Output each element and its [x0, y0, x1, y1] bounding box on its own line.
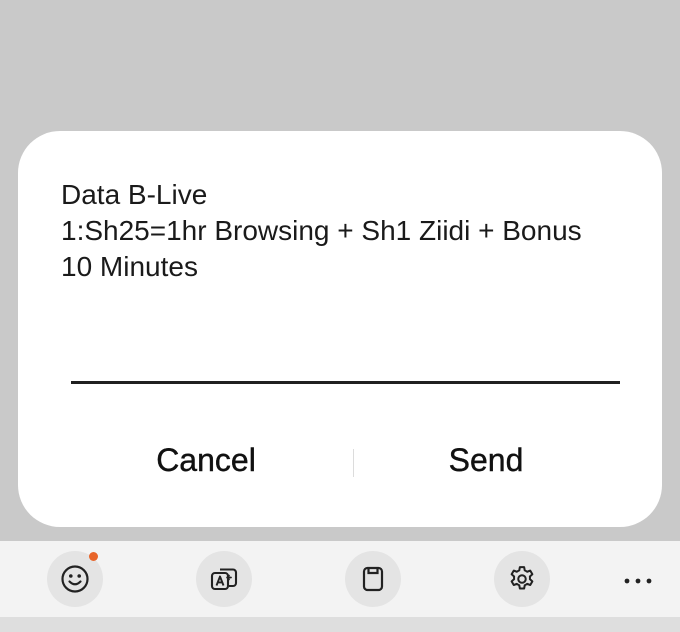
message-line: 1:Sh25=1hr Browsing + Sh1 Ziidi + Bonus [61, 215, 582, 246]
more-options-button[interactable] [610, 551, 666, 607]
button-divider [353, 449, 354, 477]
notification-dot [89, 552, 98, 561]
send-button[interactable]: Send [436, 435, 536, 485]
settings-gear-icon [507, 564, 537, 594]
message-line: 10 Minutes [61, 251, 198, 282]
reply-input-field[interactable] [71, 381, 620, 384]
keyboard-toolbar [0, 541, 680, 617]
cancel-button[interactable]: Cancel [132, 435, 280, 485]
emoji-button[interactable] [47, 551, 103, 607]
more-options-icon [623, 570, 653, 589]
dialog-message: Data B-Live 1:Sh25=1hr Browsing + Sh1 Zi… [61, 177, 631, 285]
clipboard-button[interactable] [345, 551, 401, 607]
settings-button[interactable] [494, 551, 550, 607]
emoji-icon [60, 564, 90, 594]
clipboard-icon [358, 564, 388, 594]
translate-icon [208, 563, 240, 595]
ussd-dialog: Data B-Live 1:Sh25=1hr Browsing + Sh1 Zi… [18, 131, 662, 527]
message-line: Data B-Live [61, 179, 208, 210]
translate-button[interactable] [196, 551, 252, 607]
keyboard-top-edge [0, 617, 680, 632]
dialog-actions: Cancel Send [18, 435, 662, 485]
